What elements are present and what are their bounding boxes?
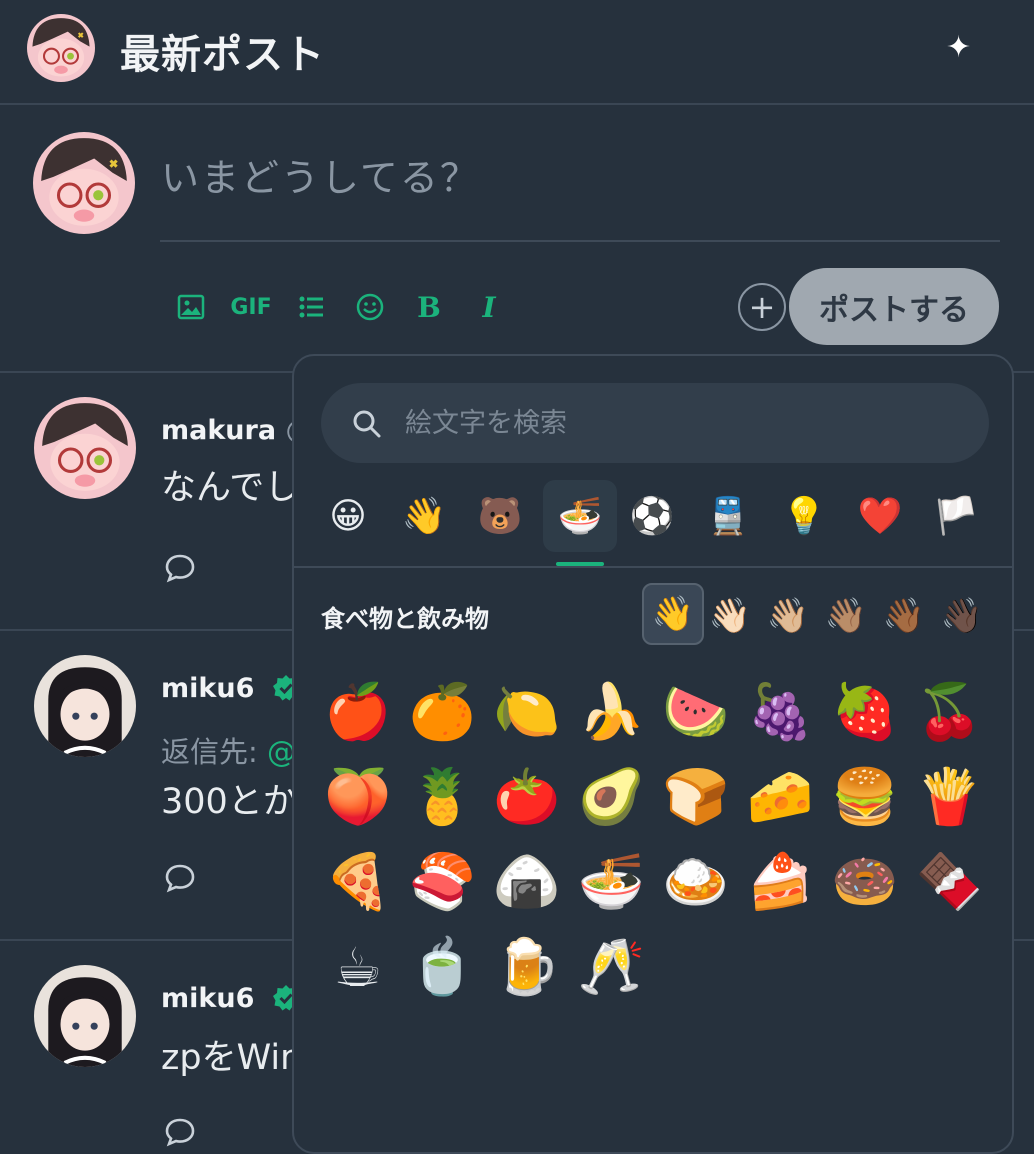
emoji-item[interactable]: 🍜 bbox=[576, 846, 648, 918]
emoji-item[interactable]: 🍣 bbox=[407, 846, 479, 918]
skin-tone-dark[interactable]: 👋🏿 bbox=[934, 588, 990, 644]
post-text: 300とか bbox=[161, 782, 298, 822]
category-objects-icon[interactable]: 💡 bbox=[774, 484, 834, 548]
emoji-item[interactable]: 🍉 bbox=[660, 676, 732, 748]
italic-button[interactable]: I bbox=[474, 287, 504, 327]
author-name: miku6 bbox=[161, 983, 255, 1014]
emoji-icon[interactable] bbox=[354, 287, 386, 327]
page-title: 最新ポスト bbox=[120, 32, 325, 78]
emoji-item[interactable]: 🍌 bbox=[576, 676, 648, 748]
post-text: なんでし bbox=[161, 468, 300, 508]
emoji-search-box[interactable] bbox=[321, 383, 989, 463]
emoji-item[interactable]: 🍟 bbox=[914, 761, 986, 833]
emoji-item[interactable]: 🍅 bbox=[491, 761, 563, 833]
emoji-item[interactable]: 🍊 bbox=[407, 676, 479, 748]
post-author[interactable]: miku6 bbox=[161, 983, 300, 1014]
category-animals-icon[interactable]: 🐻 bbox=[470, 484, 530, 548]
emoji-item[interactable]: 🍛 bbox=[660, 846, 732, 918]
emoji-item[interactable]: 🧀 bbox=[745, 761, 817, 833]
reply-to: 返信先: @ bbox=[161, 729, 296, 771]
emoji-item[interactable]: 🍓 bbox=[829, 676, 901, 748]
reply-label: 返信先: bbox=[161, 735, 258, 769]
emoji-item[interactable]: 🍞 bbox=[660, 761, 732, 833]
skin-tone-medium-light[interactable]: 👋🏼 bbox=[760, 588, 816, 644]
compose-box: GIF B I + ポストする bbox=[0, 105, 1034, 373]
emoji-search-input[interactable] bbox=[405, 401, 965, 445]
author-name: makura bbox=[161, 415, 277, 446]
category-food-icon[interactable]: 🍜 bbox=[543, 480, 617, 552]
compose-divider bbox=[160, 240, 1000, 242]
account-avatar[interactable] bbox=[27, 14, 95, 82]
compose-input[interactable] bbox=[161, 153, 999, 203]
emoji-item[interactable]: 🍑 bbox=[322, 761, 394, 833]
picker-divider bbox=[294, 566, 1012, 568]
emoji-item[interactable]: 🥂 bbox=[576, 931, 648, 1003]
avatar[interactable] bbox=[34, 397, 136, 499]
category-smileys-icon[interactable]: 😀 bbox=[318, 484, 378, 548]
emoji-item[interactable]: 🍇 bbox=[745, 676, 817, 748]
poll-list-icon[interactable] bbox=[296, 287, 326, 327]
post-text: zpをWin bbox=[161, 1038, 303, 1078]
emoji-item[interactable]: ☕ bbox=[322, 931, 394, 1003]
comment-icon[interactable] bbox=[164, 863, 196, 893]
emoji-item[interactable]: 🥑 bbox=[576, 761, 648, 833]
search-icon bbox=[353, 410, 381, 438]
author-name: miku6 bbox=[161, 673, 255, 704]
avatar[interactable] bbox=[34, 965, 136, 1067]
category-travel-icon[interactable]: 🚆 bbox=[698, 484, 758, 548]
post-author[interactable]: makura @ bbox=[161, 415, 312, 446]
compose-avatar[interactable] bbox=[33, 132, 135, 234]
comment-icon[interactable] bbox=[164, 553, 196, 583]
emoji-item[interactable]: 🍩 bbox=[829, 846, 901, 918]
emoji-item[interactable]: 🍋 bbox=[491, 676, 563, 748]
emoji-item[interactable]: 🍔 bbox=[829, 761, 901, 833]
emoji-picker: 😀 👋 🐻 🍜 ⚽ 🚆 💡 ❤️ 🏳️ 食べ物と飲み物 👋 👋🏻 👋🏼 👋🏽 👋… bbox=[292, 354, 1014, 1154]
emoji-item[interactable]: 🍵 bbox=[407, 931, 479, 1003]
header: 最新ポスト ✦ bbox=[0, 0, 1034, 105]
emoji-item[interactable]: 🍺 bbox=[491, 931, 563, 1003]
bold-button[interactable]: B bbox=[414, 287, 444, 327]
skin-tone-medium-dark[interactable]: 👋🏾 bbox=[876, 588, 932, 644]
avatar[interactable] bbox=[34, 655, 136, 757]
skin-tone-light[interactable]: 👋🏻 bbox=[702, 588, 758, 644]
post-button[interactable]: ポストする bbox=[789, 268, 999, 345]
category-people-icon[interactable]: 👋 bbox=[394, 484, 454, 548]
post-author[interactable]: miku6 bbox=[161, 673, 300, 704]
emoji-item[interactable]: 🍕 bbox=[322, 846, 394, 918]
gif-button[interactable]: GIF bbox=[229, 287, 273, 327]
sparkle-icon[interactable]: ✦ bbox=[946, 30, 971, 65]
add-post-icon[interactable]: + bbox=[738, 283, 786, 331]
skin-tone-default[interactable]: 👋 bbox=[642, 583, 704, 645]
category-flags-icon[interactable]: 🏳️ bbox=[926, 484, 986, 548]
skin-tone-medium[interactable]: 👋🏽 bbox=[818, 588, 874, 644]
section-title: 食べ物と飲み物 bbox=[321, 605, 489, 633]
emoji-item[interactable]: 🍎 bbox=[322, 676, 394, 748]
emoji-item[interactable]: 🍫 bbox=[914, 846, 986, 918]
category-symbols-icon[interactable]: ❤️ bbox=[850, 484, 910, 548]
emoji-item[interactable]: 🍒 bbox=[914, 676, 986, 748]
image-icon[interactable] bbox=[175, 287, 207, 327]
emoji-item[interactable]: 🍙 bbox=[491, 846, 563, 918]
emoji-item[interactable]: 🍰 bbox=[745, 846, 817, 918]
emoji-item[interactable]: 🍍 bbox=[407, 761, 479, 833]
comment-icon[interactable] bbox=[164, 1117, 196, 1147]
category-activity-icon[interactable]: ⚽ bbox=[622, 484, 682, 548]
